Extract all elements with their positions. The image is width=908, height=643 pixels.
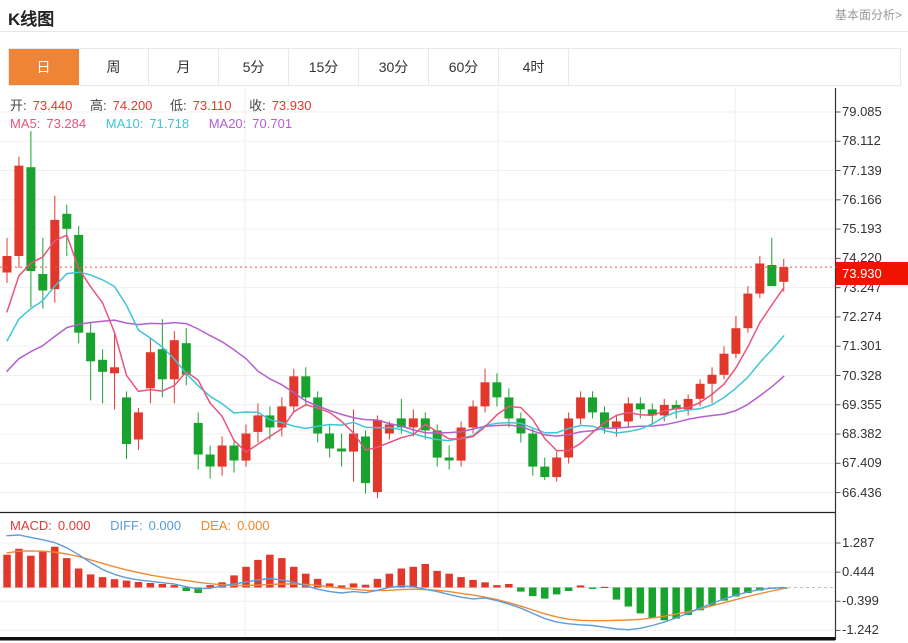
low-label: 低: <box>170 98 187 113</box>
macd-histogram <box>3 547 787 621</box>
price-axis-label: 71.301 <box>842 338 882 354</box>
high-label: 高: <box>90 98 107 113</box>
dea-value: 0.000 <box>237 518 270 533</box>
kline-page: K线图 基本面分析> 日周月5分15分30分60分4时 开:73.440 高:7… <box>0 0 908 643</box>
price-axis-label: 69.355 <box>842 397 882 413</box>
price-axis-label: 76.166 <box>842 192 882 208</box>
low-value: 73.110 <box>193 98 232 113</box>
price-axis-label: 67.409 <box>842 455 882 471</box>
ma-info-bar: MA5: 73.284 MA10: 71.718 MA20: 70.701 <box>10 116 298 131</box>
close-value: 73.930 <box>272 98 312 113</box>
ma5-value: 73.284 <box>46 116 86 131</box>
diff-value: 0.000 <box>149 518 182 533</box>
price-axis-label: 68.382 <box>842 426 882 442</box>
macd-value: 0.000 <box>58 518 91 533</box>
high-value: 74.200 <box>113 98 153 113</box>
close-label: 收: <box>249 98 266 113</box>
price-axis-label: 72.274 <box>842 309 882 325</box>
price-axis-label: 77.139 <box>842 163 882 179</box>
open-value: 73.440 <box>33 98 73 113</box>
ma5-label: MA5: <box>10 116 40 131</box>
macd-axis-label: -1.242 <box>842 622 879 638</box>
macd-axis-label: 1.287 <box>842 535 875 551</box>
candlesticks <box>3 131 789 498</box>
diff-label: DIFF: <box>110 518 143 533</box>
price-axis-label: 75.193 <box>842 221 882 237</box>
ma20-label: MA20: <box>209 116 247 131</box>
macd-axis-label: -0.399 <box>842 593 879 609</box>
macd-label: MACD: <box>10 518 52 533</box>
price-axis-label: 79.085 <box>842 104 882 120</box>
price-axis-label: 70.328 <box>842 368 882 384</box>
ma10-value: 71.718 <box>149 116 189 131</box>
gridlines <box>0 88 835 636</box>
price-axis-label: 66.436 <box>842 485 882 501</box>
ma10-label: MA10: <box>106 116 144 131</box>
ohlc-info-bar: 开: 73.440 高: 74.200 低: 73.110 收: 73.930 <box>10 95 317 114</box>
macd-axis-label: 0.444 <box>842 564 875 580</box>
price-axis-label: 78.112 <box>842 133 881 149</box>
ma20-value: 70.701 <box>252 116 292 131</box>
last-price-badge: 73.930 <box>836 262 908 285</box>
open-label: 开: <box>10 98 27 113</box>
macd-info-bar: MACD: 0.000 DIFF: 0.000 DEA: 0.000 <box>10 518 276 533</box>
dea-label: DEA: <box>201 518 231 533</box>
